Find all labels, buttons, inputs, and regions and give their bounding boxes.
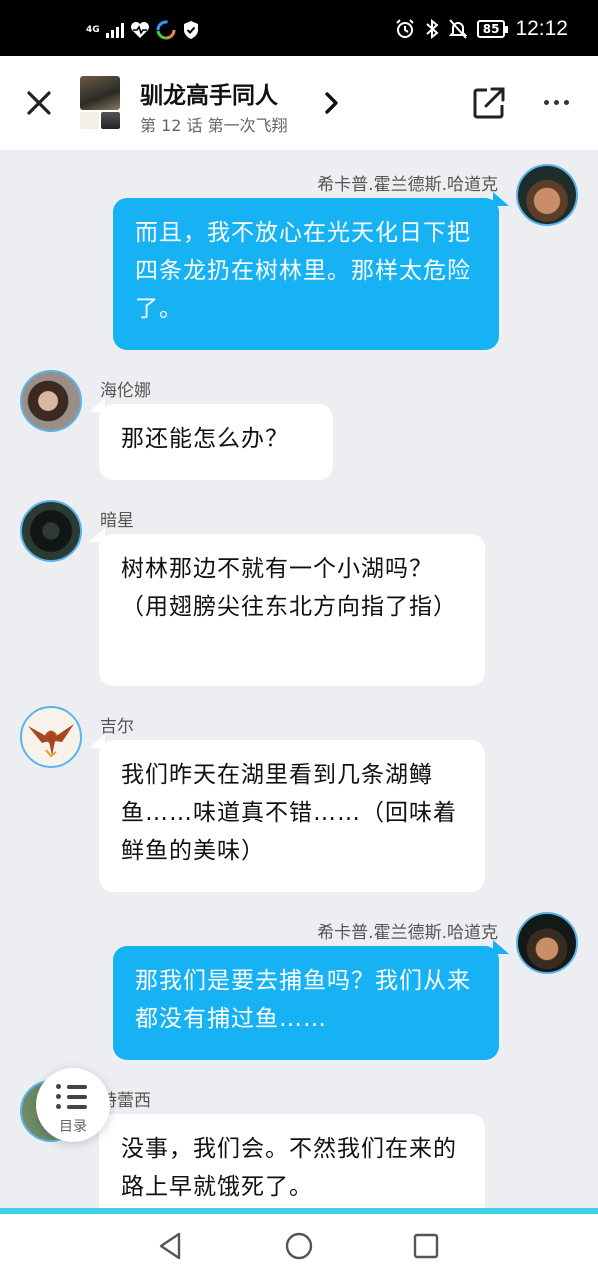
chapter-subtitle: 第 12 话 第一次飞翔 [140, 116, 288, 135]
avatar-hiccup[interactable] [516, 164, 578, 226]
recents-icon[interactable] [410, 1230, 442, 1262]
sender-name: 吉尔 [100, 717, 134, 737]
cover-thumb-dragon [80, 112, 99, 129]
close-icon[interactable] [24, 88, 54, 118]
back-icon[interactable] [155, 1230, 187, 1262]
list-icon [56, 1084, 87, 1114]
sender-name: 海伦娜 [100, 381, 151, 401]
battery-icon: 85 [476, 20, 509, 38]
toc-button[interactable]: 目录 [36, 1068, 110, 1142]
heartbeat-icon [130, 22, 149, 38]
message-bubble[interactable]: 树林那边不就有一个小湖吗？（用翅膀尖往东北方向指了指） [99, 534, 485, 686]
status-right: 85 12:12 [395, 17, 568, 41]
chat-area[interactable]: 希卡普.霍兰德斯.哈道克 而且，我不放心在光天化日下把四条龙扔在树林里。那样太危… [0, 150, 598, 1208]
story-title[interactable]: 驯龙高手同人 [140, 76, 278, 110]
avatar-hiccup[interactable] [516, 912, 578, 974]
toc-label: 目录 [59, 1119, 87, 1135]
avatar-helena[interactable] [20, 370, 82, 432]
share-icon[interactable] [472, 86, 506, 120]
chevron-right-icon[interactable] [322, 90, 342, 116]
app-color-icon [156, 20, 176, 40]
avatar-toothless[interactable] [20, 500, 82, 562]
sender-name: 希卡普.霍兰德斯.哈道克 [317, 175, 498, 195]
bluetooth-icon [426, 19, 439, 39]
avatar-gil[interactable] [20, 706, 82, 768]
system-nav-bar [0, 1214, 598, 1280]
story-cover[interactable] [80, 76, 120, 130]
home-icon[interactable] [283, 1230, 315, 1262]
message-bubble[interactable]: 那我们是要去捕鱼吗？我们从来都没有捕过鱼…… [113, 940, 509, 1060]
status-left: 4G [86, 20, 200, 40]
message-bubble[interactable]: 那还能怎么办？ [99, 404, 333, 480]
network-type: 4G [86, 24, 100, 35]
status-bar: 4G 85 12:12 [0, 0, 598, 56]
sender-name: 暗星 [100, 511, 134, 531]
alarm-icon [396, 19, 414, 38]
more-icon[interactable] [544, 100, 569, 105]
message-bubble[interactable]: 而且，我不放心在光天化日下把四条龙扔在树林里。那样太危险了。 [113, 192, 509, 350]
message-bubble[interactable]: 没事，我们会。不然我们在来的路上早就饿死了。 [99, 1114, 485, 1208]
cover-image [80, 76, 120, 110]
signal-icon [105, 22, 124, 38]
clock: 12:12 [515, 17, 568, 40]
cover-thumb-character [101, 112, 120, 129]
message-bubble[interactable]: 我们昨天在湖里看到几条湖鳟鱼……味道真不错……（回味着鲜鱼的美味） [99, 740, 485, 892]
chapter-header: 驯龙高手同人 第 12 话 第一次飞翔 [0, 56, 598, 150]
sender-name: 希卡普.霍兰德斯.哈道克 [317, 923, 498, 943]
dragon-icon [28, 724, 74, 758]
shield-icon [183, 21, 198, 39]
mute-bell-icon [448, 19, 467, 39]
